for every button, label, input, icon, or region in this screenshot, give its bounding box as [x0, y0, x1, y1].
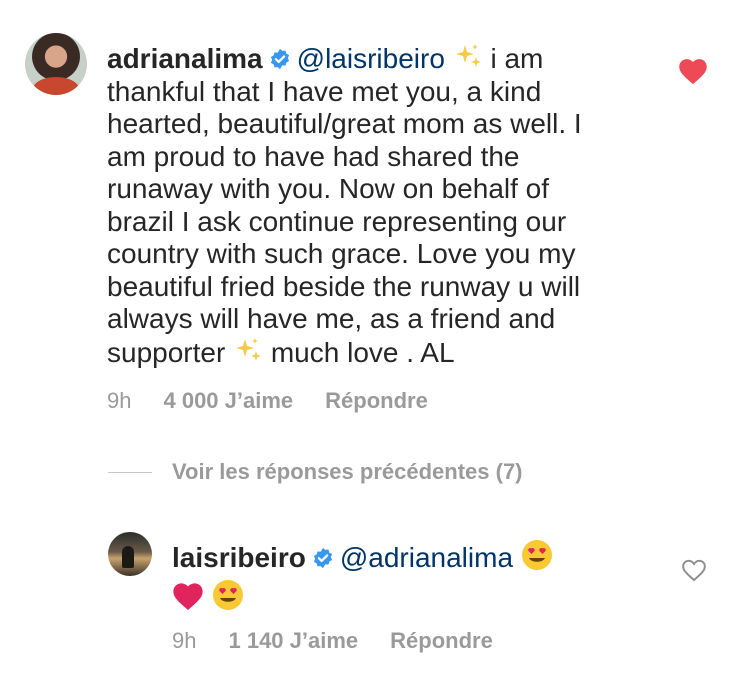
comment-text-end: much love . AL — [270, 336, 455, 368]
heart-eyes-emoji — [521, 540, 552, 570]
sparkles-icon — [236, 337, 262, 361]
reply-meta: 9h 1 140 J’aime Répondre — [172, 628, 525, 654]
comment-text: i am thankful that I have met you, a kin… — [107, 43, 582, 368]
reply-username[interactable]: laisribeiro — [172, 542, 306, 573]
comment-username[interactable]: adrianalima — [107, 43, 263, 74]
view-previous-replies-button[interactable]: Voir les réponses précédentes (7) — [172, 459, 523, 485]
comment-meta: 9h 4 000 J’aime Répondre — [107, 388, 460, 414]
reply-reply-button[interactable]: Répondre — [390, 628, 493, 653]
avatar-laisribeiro[interactable] — [108, 532, 152, 576]
verified-badge-icon — [313, 547, 332, 569]
comment-mention[interactable]: @laisribeiro — [297, 43, 445, 74]
reply-body: laisribeiro @adrianalima — [172, 538, 642, 618]
heart-eyes-emoji — [212, 580, 243, 610]
reply-mention[interactable]: @adrianalima — [340, 542, 513, 573]
replies-divider — [108, 472, 152, 473]
reply-time: 9h — [172, 628, 197, 653]
heart-filled-icon[interactable] — [678, 57, 708, 85]
comment-reply-button[interactable]: Répondre — [325, 388, 428, 413]
comment-likes[interactable]: 4 000 J’aime — [163, 388, 293, 413]
comment-time: 9h — [107, 388, 132, 413]
comment-body: adrianalima @laisribeiro i am thankful th… — [107, 42, 607, 369]
red-heart-emoji — [173, 583, 203, 610]
reply-likes[interactable]: 1 140 J’aime — [228, 628, 358, 653]
verified-badge-icon — [270, 48, 289, 70]
sparkles-icon — [455, 44, 481, 67]
avatar-adrianalima[interactable] — [25, 33, 87, 95]
heart-outline-icon[interactable] — [681, 558, 707, 582]
